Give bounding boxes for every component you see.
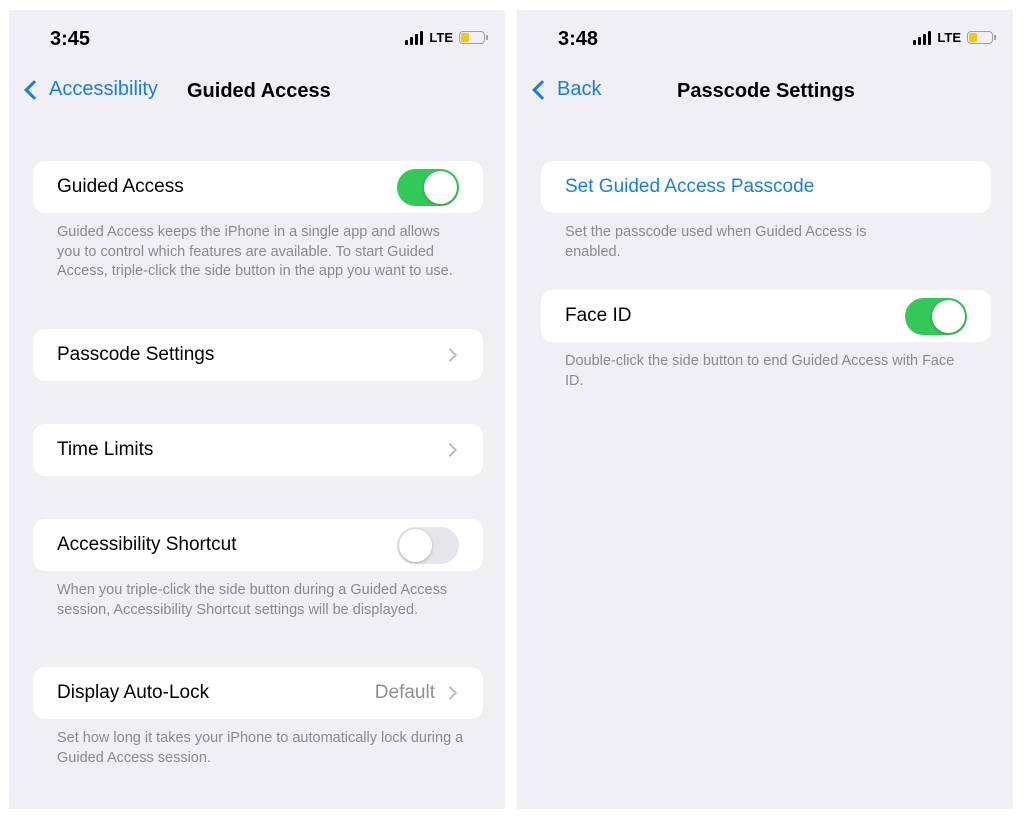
set-passcode-link[interactable]: Set Guided Access Passcode [565, 176, 814, 198]
guided-access-row: Guided Access [33, 161, 483, 213]
accessibility-shortcut-row: Accessibility Shortcut [33, 519, 483, 571]
accessibility-shortcut-label: Accessibility Shortcut [57, 534, 237, 555]
page-title: Guided Access [187, 80, 331, 102]
guided-access-label: Guided Access [57, 176, 184, 197]
navigation-bar: Accessibility Guided Access [9, 74, 505, 110]
display-auto-lock-footnote: Set how long it takes your iPhone to aut… [57, 730, 464, 766]
accessibility-shortcut-footnote: When you triple-click the side button du… [57, 582, 448, 618]
status-indicators: LTE [405, 30, 488, 45]
status-time: 3:48 [558, 28, 599, 50]
battery-icon [459, 31, 488, 44]
page-title: Passcode Settings [677, 80, 855, 102]
display-auto-lock-label: Display Auto-Lock [57, 682, 210, 703]
time-limits-label: Time Limits [57, 439, 154, 460]
set-passcode-footnote: Set the passcode used when Guided Access… [565, 224, 867, 260]
chevron-right-icon [442, 685, 458, 701]
face-id-row: Face ID [541, 290, 991, 342]
face-id-toggle[interactable] [905, 298, 967, 335]
accessibility-shortcut-toggle[interactable] [397, 527, 459, 564]
network-type: LTE [937, 30, 961, 45]
face-id-label: Face ID [565, 305, 632, 326]
status-time: 3:45 [50, 28, 91, 50]
back-button[interactable]: Back [531, 78, 601, 101]
battery-icon [967, 31, 996, 44]
display-auto-lock-value: Default [374, 682, 435, 703]
signal-icon [913, 30, 932, 45]
chevron-right-icon [442, 347, 458, 363]
back-button-label: Accessibility [49, 78, 158, 100]
guided-access-screen: 3:45 LTE Accessibility Guided Access Gui… [9, 10, 505, 809]
guided-access-footnote: Guided Access keeps the iPhone in a sing… [57, 224, 453, 279]
navigation-bar: Back Passcode Settings [517, 74, 1013, 110]
network-type: LTE [429, 30, 453, 45]
time-limits-row[interactable]: Time Limits [33, 424, 483, 476]
chevron-right-icon [442, 442, 458, 458]
status-indicators: LTE [913, 30, 996, 45]
passcode-settings-screen: 3:48 LTE Back Passcode Settings Set Guid… [517, 10, 1013, 809]
chevron-left-icon [532, 79, 552, 100]
chevron-left-icon [24, 79, 44, 100]
set-passcode-row[interactable]: Set Guided Access Passcode [541, 161, 991, 213]
back-button[interactable]: Accessibility [23, 78, 158, 101]
guided-access-toggle[interactable] [397, 169, 459, 206]
face-id-footnote: Double-click the side button to end Guid… [565, 353, 955, 389]
display-auto-lock-row[interactable]: Display Auto-Lock Default [33, 667, 483, 719]
back-button-label: Back [557, 78, 602, 100]
passcode-settings-row[interactable]: Passcode Settings [33, 329, 483, 381]
signal-icon [405, 30, 424, 45]
passcode-settings-label: Passcode Settings [57, 344, 215, 365]
